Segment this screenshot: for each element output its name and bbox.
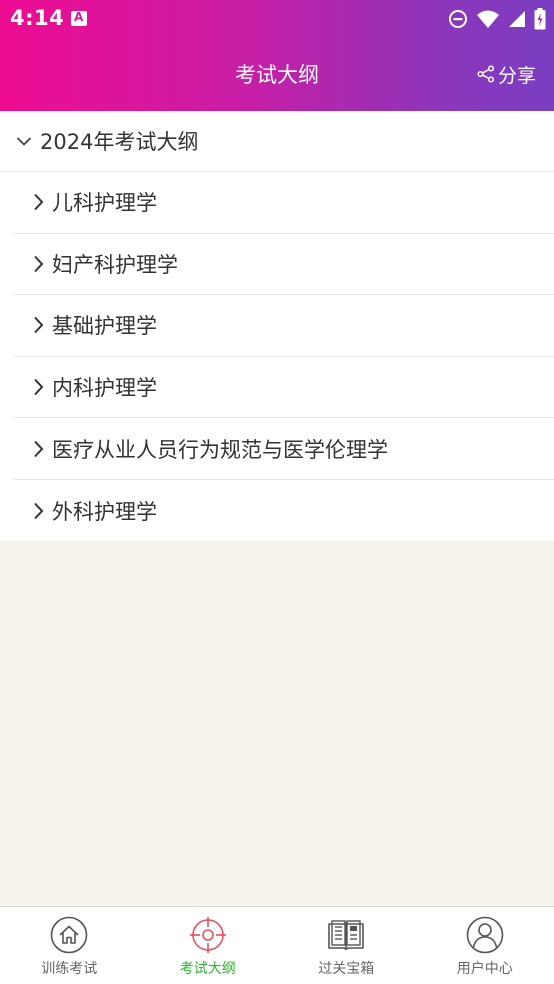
chevron-right-icon (34, 194, 44, 211)
outline-item-label: 妇产科护理学 (52, 252, 178, 277)
outline-item-label: 儿科护理学 (52, 191, 157, 216)
app-header: 4:14 考试大纲 (0, 0, 554, 111)
share-icon (477, 65, 495, 83)
chevron-right-icon (34, 440, 44, 457)
tab-label: 训练考试 (41, 961, 98, 977)
bottom-tab-bar: 训练考试 考试大纲 过关宝箱 用户中心 (0, 906, 554, 984)
home-icon (50, 916, 88, 954)
outline-item-label: 基础护理学 (52, 314, 157, 339)
outline-item-label: 内科护理学 (52, 376, 157, 401)
outline-item[interactable]: 基础护理学 (14, 295, 554, 357)
chevron-right-icon (34, 255, 44, 273)
outline-item[interactable]: 儿科护理学 (14, 172, 554, 234)
signal-icon (509, 11, 525, 27)
tab-label: 考试大纲 (179, 961, 236, 977)
tab-user-center[interactable]: 用户中心 (416, 907, 554, 984)
battery-icon (534, 8, 546, 30)
chevron-right-icon (34, 378, 44, 396)
tab-label: 用户中心 (456, 961, 513, 977)
outline-item[interactable]: 外科护理学 (14, 480, 554, 542)
status-bar: 4:14 (0, 0, 554, 38)
chevron-down-icon (16, 137, 32, 146)
outline-root-item[interactable]: 2024年考试大纲 (0, 111, 554, 172)
target-icon (189, 917, 226, 953)
book-icon (328, 920, 365, 950)
chevron-right-icon (34, 317, 44, 334)
outline-item-label: 医疗从业人员行为规范与医学伦理学 (52, 437, 388, 462)
title-bar: 考试大纲 分享 (0, 38, 554, 111)
outline-tree: 2024年考试大纲 儿科护理学 妇产科护理学 基础护理学 内科护理学 医疗从业人… (0, 111, 554, 541)
tab-pass-treasure[interactable]: 过关宝箱 (277, 907, 416, 984)
outline-item[interactable]: 妇产科护理学 (14, 234, 554, 296)
status-time: 4:14 (10, 6, 65, 30)
chevron-right-icon (34, 502, 44, 519)
do-not-disturb-icon (449, 10, 467, 28)
page-title: 考试大纲 (235, 63, 319, 87)
app-notification-icon (71, 10, 87, 26)
share-button[interactable]: 分享 (477, 61, 536, 87)
tab-exam-outline[interactable]: 考试大纲 (139, 907, 278, 984)
outline-root-label: 2024年考试大纲 (40, 130, 199, 154)
user-icon (466, 916, 504, 954)
status-icons (448, 8, 546, 30)
wifi-icon (477, 10, 499, 28)
outline-item[interactable]: 医疗从业人员行为规范与医学伦理学 (14, 418, 554, 480)
share-label: 分享 (497, 64, 536, 87)
outline-item[interactable]: 内科护理学 (14, 357, 554, 419)
tab-label: 过关宝箱 (318, 961, 375, 977)
tab-training-exam[interactable]: 训练考试 (0, 907, 139, 984)
outline-item-label: 外科护理学 (52, 499, 157, 524)
